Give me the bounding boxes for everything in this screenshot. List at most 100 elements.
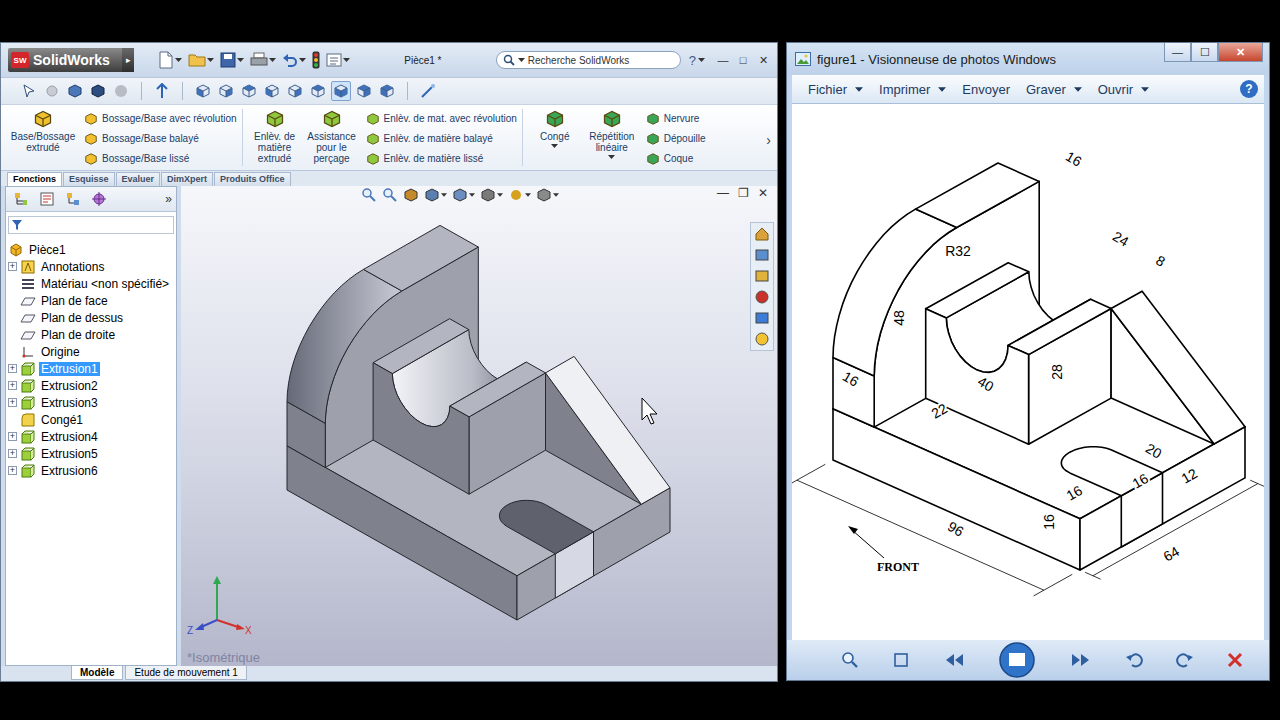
options-button[interactable] — [326, 52, 350, 68]
view-tool-button[interactable] — [480, 187, 503, 203]
task-pane-button[interactable] — [753, 330, 771, 348]
command-button[interactable]: Enlèv. de matière lissé — [366, 149, 517, 168]
zoom-button[interactable] — [841, 651, 859, 669]
rotate-left-button[interactable] — [1125, 651, 1143, 669]
expander-button[interactable]: + — [8, 449, 17, 458]
command-button[interactable]: Répétition linéaire — [585, 109, 639, 168]
tree-item[interactable]: + Extrusion5 — [8, 445, 176, 462]
view-button[interactable] — [285, 81, 305, 101]
command-button[interactable]: Coque — [646, 149, 706, 168]
dimxpert-tab[interactable] — [88, 189, 110, 209]
undo-button[interactable] — [282, 52, 306, 68]
expander-button[interactable]: + — [8, 381, 17, 390]
model-view[interactable] — [181, 186, 777, 666]
tree-item[interactable]: + Extrusion6 — [8, 462, 176, 479]
shaded-button[interactable] — [65, 81, 85, 101]
tab[interactable]: DimXpert — [161, 172, 213, 186]
tree-item[interactable]: Matériau <non spécifié> — [8, 275, 176, 292]
view-button[interactable] — [216, 81, 236, 101]
menu-item[interactable]: Graver — [1018, 82, 1090, 97]
expander-button[interactable]: + — [8, 364, 17, 373]
window-button[interactable]: ☐ — [1191, 43, 1218, 62]
more-commands-button[interactable]: › — [764, 132, 773, 148]
view-tool-button[interactable] — [403, 187, 419, 203]
window-button[interactable]: ✕ — [1218, 43, 1263, 62]
tab[interactable]: Evaluer — [116, 172, 161, 186]
more-tabs-button[interactable]: » — [165, 192, 172, 206]
window-button[interactable]: ✕ — [753, 54, 773, 67]
rotate-right-button[interactable] — [1176, 651, 1194, 669]
view-button[interactable] — [354, 81, 374, 101]
actual-size-button[interactable] — [892, 651, 910, 669]
command-button[interactable]: Assistance pour le perçage — [305, 109, 359, 168]
command-button[interactable]: Enlèv. de matière balayé — [366, 129, 517, 148]
view-button[interactable] — [193, 81, 213, 101]
view-button[interactable] — [262, 81, 282, 101]
command-button[interactable]: Enlèv. de matière extrudé — [248, 109, 302, 168]
feature-tree-tab[interactable] — [10, 189, 32, 209]
search-field[interactable]: Recherche SolidWorks — [496, 51, 681, 69]
tree-item[interactable]: Pièce1 — [8, 241, 176, 258]
window-button[interactable]: — — [713, 54, 733, 67]
help-button[interactable]: ? — [1240, 80, 1258, 98]
viewport-button[interactable]: ❐ — [735, 186, 751, 200]
tree-item[interactable]: + Extrusion3 — [8, 394, 176, 411]
task-pane-button[interactable] — [753, 288, 771, 306]
view-tool-button[interactable] — [382, 187, 398, 203]
tree-item[interactable]: Congé1 — [8, 411, 176, 428]
expander-button[interactable]: + — [8, 466, 17, 475]
bottom-tab[interactable]: Etude de mouvement 1 — [125, 666, 246, 680]
task-pane-button[interactable] — [753, 267, 771, 285]
menu-item[interactable]: Ouvrir — [1090, 82, 1157, 97]
new-document-button[interactable] — [158, 51, 182, 69]
solidworks-logo[interactable]: SW SolidWorks — [8, 48, 122, 72]
viewport-button[interactable]: — — [715, 186, 731, 200]
view-button[interactable] — [331, 81, 351, 101]
edges-button[interactable] — [88, 81, 108, 101]
command-button[interactable]: Bossage/Base avec révolution — [84, 109, 237, 128]
command-button[interactable]: Dépouille — [646, 129, 706, 148]
menu-item[interactable]: Envoyer — [954, 82, 1018, 97]
bottom-tab[interactable]: Modèle — [71, 666, 123, 680]
view-button[interactable] — [308, 81, 328, 101]
viewport-button[interactable]: ✕ — [755, 186, 771, 200]
command-button[interactable]: Base/Bossage extrudé — [9, 109, 77, 168]
print-button[interactable] — [250, 52, 276, 68]
tree-item[interactable]: + Annotations — [8, 258, 176, 275]
task-pane-button[interactable] — [753, 225, 771, 243]
tree-item[interactable]: + Extrusion4 — [8, 428, 176, 445]
command-button[interactable]: Bossage/Base lissé — [84, 149, 237, 168]
previous-button[interactable] — [943, 652, 965, 668]
expander-button[interactable]: + — [8, 398, 17, 407]
tab[interactable]: Esquisse — [63, 172, 115, 186]
view-button[interactable] — [377, 81, 397, 101]
normal-to-button[interactable] — [418, 81, 438, 101]
window-button[interactable]: □ — [733, 54, 753, 67]
view-tool-button[interactable] — [452, 187, 475, 203]
view-tool-button[interactable] — [508, 187, 531, 203]
view-tool-button[interactable] — [361, 187, 377, 203]
menu-item[interactable]: Imprimer — [871, 82, 954, 97]
tree-item[interactable]: + Extrusion2 — [8, 377, 176, 394]
command-button[interactable]: Bossage/Base balayé — [84, 129, 237, 148]
tree-filter[interactable] — [8, 216, 174, 234]
delete-button[interactable] — [1227, 652, 1243, 668]
select-button[interactable] — [19, 81, 39, 101]
configuration-tab[interactable] — [62, 189, 84, 209]
command-button[interactable]: Enlèv. de mat. avec révolution — [366, 109, 517, 128]
view-tool-button[interactable] — [536, 187, 559, 203]
command-button[interactable]: Nervure — [646, 109, 706, 128]
expander-button[interactable]: + — [8, 432, 17, 441]
task-pane-button[interactable] — [753, 309, 771, 327]
save-button[interactable] — [220, 52, 244, 68]
view-tool-button[interactable] — [424, 187, 447, 203]
orientation-button[interactable] — [152, 81, 172, 101]
rebuild-view-button[interactable] — [42, 81, 62, 101]
tree-item[interactable]: + Extrusion1 — [8, 360, 176, 377]
slideshow-button[interactable] — [998, 641, 1036, 679]
property-tab[interactable] — [36, 189, 58, 209]
open-button[interactable] — [188, 52, 214, 68]
tree-item[interactable]: Origine — [8, 343, 176, 360]
task-pane-button[interactable] — [753, 246, 771, 264]
next-button[interactable] — [1070, 652, 1092, 668]
